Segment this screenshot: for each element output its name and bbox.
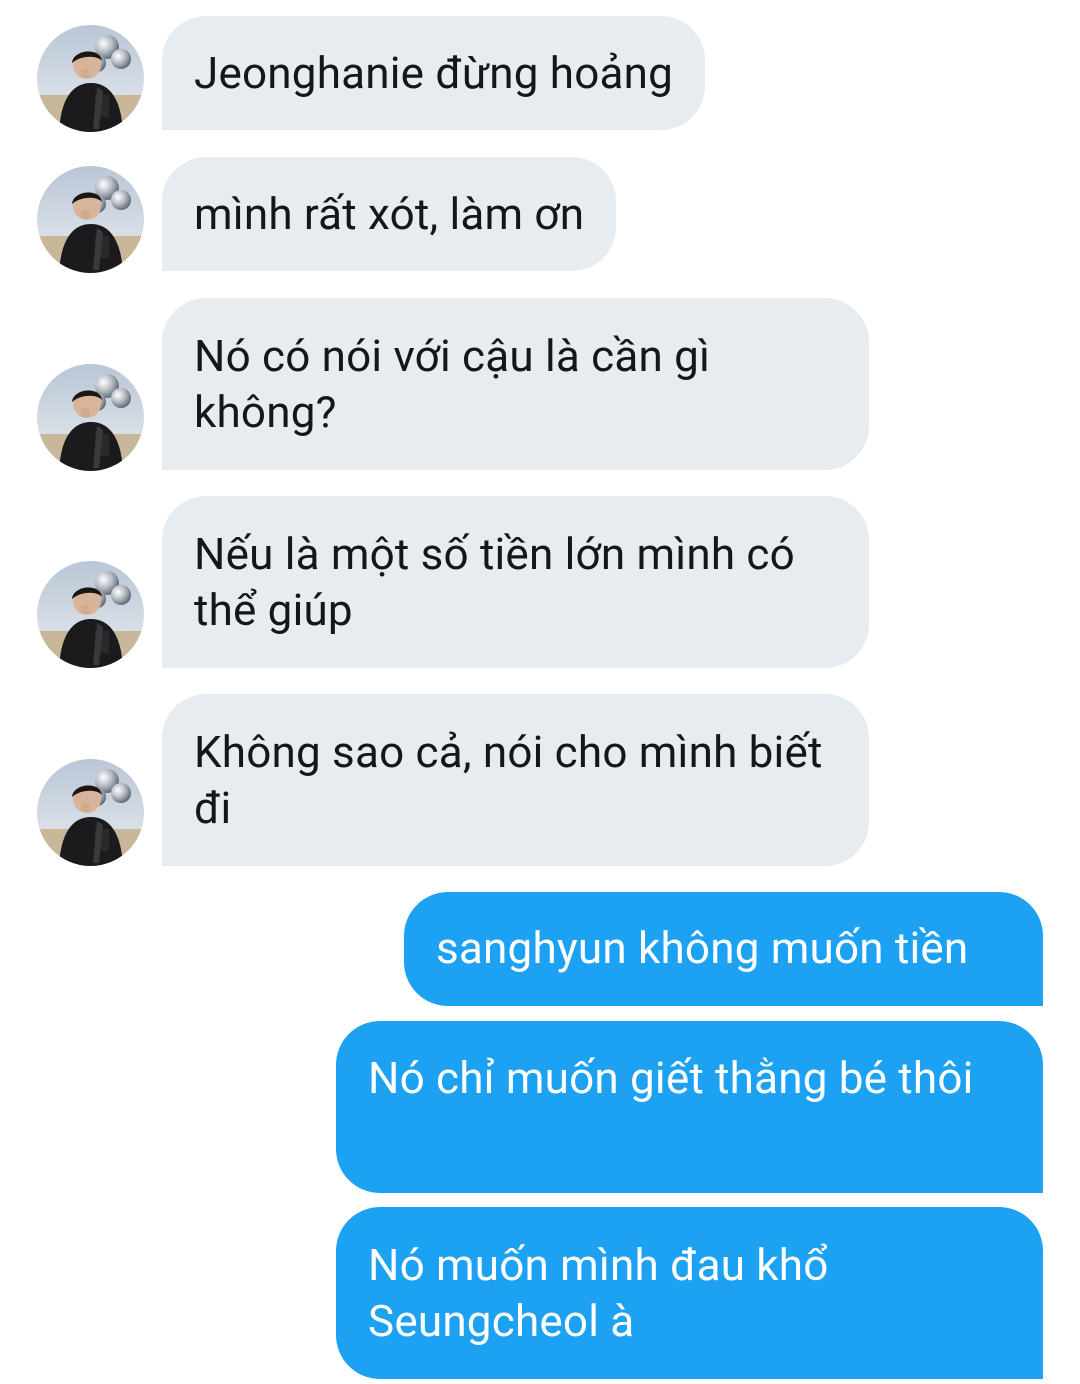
message-text: Nó có nói với cậu là cần gì không? (194, 330, 722, 438)
message-text: Không sao cả, nói cho mình biết đi (194, 726, 834, 834)
message-bubble-incoming[interactable]: Nếu là một số tiền lớn mình có thể giúp (162, 496, 869, 668)
message-text: Nó chỉ muốn giết thằng bé thôi (368, 1052, 974, 1104)
message-text: mình rất xót, làm ơn (194, 188, 585, 240)
message-bubble-incoming[interactable]: Không sao cả, nói cho mình biết đi (162, 694, 869, 866)
profile-photo-icon (37, 759, 144, 866)
message-text: Jeonghanie đừng hoảng (194, 47, 674, 99)
message-text: sanghyun không muốn tiền (436, 922, 969, 974)
avatar[interactable] (37, 166, 144, 273)
avatar[interactable] (37, 759, 144, 866)
avatar[interactable] (37, 364, 144, 471)
message-text: Nếu là một số tiền lớn mình có thể giúp (194, 528, 807, 636)
message-bubble-outgoing[interactable]: sanghyun không muốn tiền (404, 892, 1043, 1006)
message-text: Nó muốn mình đau khổ Seungcheol à (368, 1239, 840, 1347)
message-bubble-outgoing[interactable]: Nó muốn mình đau khổ Seungcheol à (336, 1207, 1043, 1379)
profile-photo-icon (37, 561, 144, 668)
profile-photo-icon (37, 364, 144, 471)
message-bubble-incoming[interactable]: mình rất xót, làm ơn (162, 157, 617, 271)
avatar[interactable] (37, 25, 144, 132)
message-bubble-incoming[interactable]: Jeonghanie đừng hoảng (162, 16, 706, 130)
profile-photo-icon (37, 25, 144, 132)
message-bubble-outgoing[interactable]: Nó chỉ muốn giết thằng bé thôi (336, 1021, 1043, 1193)
message-bubble-incoming[interactable]: Nó có nói với cậu là cần gì không? (162, 298, 869, 470)
avatar[interactable] (37, 561, 144, 668)
profile-photo-icon (37, 166, 144, 273)
